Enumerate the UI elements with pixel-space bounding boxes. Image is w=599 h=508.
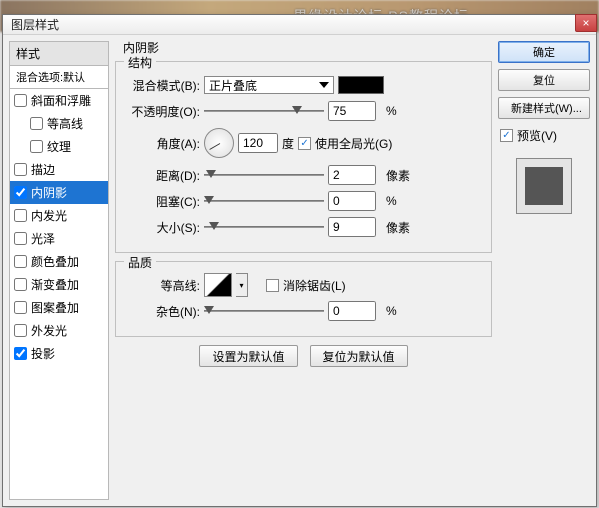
size-slider[interactable]	[204, 220, 324, 234]
noise-label: 杂色(N):	[126, 303, 204, 320]
sidebar-item-label: 内阴影	[31, 184, 67, 201]
size-label: 大小(S):	[126, 219, 204, 236]
sidebar-item-7[interactable]: 颜色叠加	[10, 250, 108, 273]
sidebar-item-6[interactable]: 光泽	[10, 227, 108, 250]
sidebar-item-1[interactable]: 等高线	[10, 112, 108, 135]
opacity-slider[interactable]	[204, 104, 324, 118]
contour-label: 等高线:	[126, 277, 204, 294]
preview-label: 预览(V)	[517, 127, 557, 144]
ok-button[interactable]: 确定	[498, 41, 590, 63]
sidebar-header[interactable]: 样式	[9, 41, 109, 66]
sidebar-item-checkbox[interactable]	[14, 278, 27, 291]
choke-input[interactable]	[328, 191, 376, 211]
sidebar-item-checkbox[interactable]	[14, 209, 27, 222]
style-sidebar: 样式 混合选项:默认 斜面和浮雕等高线纹理描边内阴影内发光光泽颜色叠加渐变叠加图…	[9, 41, 109, 500]
choke-slider[interactable]	[204, 194, 324, 208]
global-light-label: 使用全局光(G)	[315, 135, 392, 152]
angle-unit: 度	[282, 135, 294, 152]
global-light-checkbox[interactable]: ✓	[298, 137, 311, 150]
preview-checkbox[interactable]: ✓	[500, 129, 513, 142]
sidebar-item-label: 图案叠加	[31, 299, 79, 316]
titlebar[interactable]: 图层样式 ×	[3, 15, 596, 35]
sidebar-item-label: 渐变叠加	[31, 276, 79, 293]
sidebar-item-checkbox[interactable]	[14, 94, 27, 107]
sidebar-item-checkbox[interactable]	[14, 347, 27, 360]
blend-options-default[interactable]: 混合选项:默认	[9, 66, 109, 89]
angle-dial[interactable]	[204, 128, 234, 158]
angle-input[interactable]	[238, 133, 278, 153]
quality-group-title: 品质	[124, 254, 156, 271]
blend-mode-value: 正片叠底	[209, 77, 257, 94]
reset-default-button[interactable]: 复位为默认值	[310, 345, 408, 367]
sidebar-item-checkbox[interactable]	[14, 186, 27, 199]
contour-dropdown[interactable]: ▾	[236, 273, 248, 297]
choke-label: 阻塞(C):	[126, 193, 204, 210]
dialog-title: 图层样式	[11, 16, 59, 33]
structure-group: 结构 混合模式(B): 正片叠底 不透明度(O):	[115, 61, 492, 253]
distance-input[interactable]	[328, 165, 376, 185]
noise-unit: %	[386, 304, 397, 318]
make-default-button[interactable]: 设置为默认值	[199, 345, 297, 367]
sidebar-item-checkbox[interactable]	[30, 140, 43, 153]
angle-label: 角度(A):	[126, 135, 204, 152]
opacity-input[interactable]	[328, 101, 376, 121]
sidebar-item-11[interactable]: 投影	[10, 342, 108, 365]
sidebar-item-10[interactable]: 外发光	[10, 319, 108, 342]
sidebar-item-checkbox[interactable]	[14, 301, 27, 314]
contour-swatch[interactable]	[204, 273, 232, 297]
sidebar-item-5[interactable]: 内发光	[10, 204, 108, 227]
chevron-down-icon	[319, 82, 329, 88]
blend-mode-select[interactable]: 正片叠底	[204, 76, 334, 94]
quality-group: 品质 等高线: ▾ 消除锯齿(L) 杂色(N):	[115, 261, 492, 337]
sidebar-item-label: 描边	[31, 161, 55, 178]
size-unit: 像素	[386, 219, 410, 236]
sidebar-item-3[interactable]: 描边	[10, 158, 108, 181]
sidebar-item-2[interactable]: 纹理	[10, 135, 108, 158]
sidebar-item-label: 内发光	[31, 207, 67, 224]
choke-unit: %	[386, 194, 397, 208]
right-column: 确定 复位 新建样式(W)... ✓ 预览(V)	[498, 41, 590, 500]
sidebar-item-9[interactable]: 图案叠加	[10, 296, 108, 319]
distance-unit: 像素	[386, 167, 410, 184]
distance-label: 距离(D):	[126, 167, 204, 184]
distance-slider[interactable]	[204, 168, 324, 182]
sidebar-item-checkbox[interactable]	[14, 232, 27, 245]
sidebar-item-label: 纹理	[47, 138, 71, 155]
main-panel: 内阴影 结构 混合模式(B): 正片叠底 不透明度(O):	[115, 41, 492, 500]
sidebar-item-8[interactable]: 渐变叠加	[10, 273, 108, 296]
size-input[interactable]	[328, 217, 376, 237]
sidebar-item-0[interactable]: 斜面和浮雕	[10, 89, 108, 112]
blend-mode-label: 混合模式(B):	[126, 77, 204, 94]
antialias-label: 消除锯齿(L)	[283, 277, 346, 294]
new-style-button[interactable]: 新建样式(W)...	[498, 97, 590, 119]
opacity-unit: %	[386, 104, 397, 118]
sidebar-item-label: 颜色叠加	[31, 253, 79, 270]
antialias-checkbox[interactable]	[266, 279, 279, 292]
preview-swatch	[516, 158, 572, 214]
layer-style-dialog: 图层样式 × 样式 混合选项:默认 斜面和浮雕等高线纹理描边内阴影内发光光泽颜色…	[2, 14, 597, 507]
sidebar-item-4[interactable]: 内阴影	[10, 181, 108, 204]
opacity-label: 不透明度(O):	[126, 103, 204, 120]
structure-group-title: 结构	[124, 54, 156, 71]
sidebar-item-checkbox[interactable]	[14, 163, 27, 176]
sidebar-item-checkbox[interactable]	[14, 255, 27, 268]
sidebar-item-label: 等高线	[47, 115, 83, 132]
shadow-color-swatch[interactable]	[338, 76, 384, 94]
noise-input[interactable]	[328, 301, 376, 321]
sidebar-item-label: 斜面和浮雕	[31, 92, 91, 109]
sidebar-item-checkbox[interactable]	[14, 324, 27, 337]
noise-slider[interactable]	[204, 304, 324, 318]
cancel-button[interactable]: 复位	[498, 69, 590, 91]
style-list: 斜面和浮雕等高线纹理描边内阴影内发光光泽颜色叠加渐变叠加图案叠加外发光投影	[9, 89, 109, 500]
close-button[interactable]: ×	[575, 14, 597, 32]
sidebar-item-label: 光泽	[31, 230, 55, 247]
sidebar-item-label: 外发光	[31, 322, 67, 339]
sidebar-item-label: 投影	[31, 345, 55, 362]
sidebar-item-checkbox[interactable]	[30, 117, 43, 130]
